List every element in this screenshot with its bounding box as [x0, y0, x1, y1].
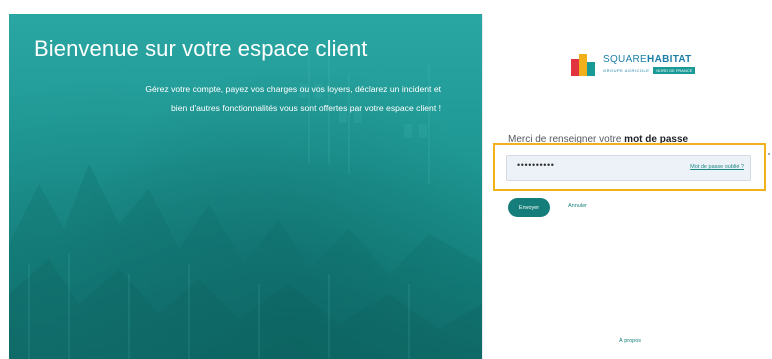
logo-subtitle-left: GROUPE AGRICOLE [603, 68, 650, 73]
about-link[interactable]: À propos [619, 338, 641, 344]
welcome-description: Gérez votre compte, payez vos charges ou… [61, 80, 441, 118]
logo-subtitle-right: NORD DE FRANCE [653, 67, 696, 74]
welcome-title: Bienvenue sur votre espace client [34, 36, 368, 61]
password-field[interactable]: •••••••••• Mot de passe oublié ? [506, 155, 751, 181]
welcome-description-line-2: bien d'autres fonctionnalités vous sont … [171, 103, 441, 113]
square-habitat-logo: SQUAREHABITAT GROUPE AGRICOLE NORD DE FR… [571, 52, 696, 76]
password-value[interactable]: •••••••••• [517, 160, 555, 170]
forgot-password-link[interactable]: Mot de passe oublié ? [690, 164, 744, 170]
rooftops-background-image [9, 44, 482, 359]
submit-button[interactable]: Envoyer [508, 198, 550, 217]
logo-name-bold: HABITAT [647, 54, 692, 65]
welcome-description-line-1: Gérez votre compte, payez vos charges ou… [145, 84, 441, 94]
side-marker [768, 153, 770, 155]
logo-wordmark: SQUAREHABITAT GROUPE AGRICOLE NORD DE FR… [603, 54, 696, 74]
logo-name-light: SQUARE [603, 54, 648, 65]
welcome-panel: Bienvenue sur votre espace client Gérez … [9, 14, 482, 359]
logo-mark-icon [571, 52, 597, 76]
panel-divider [482, 14, 483, 359]
cancel-link[interactable]: Annuler [568, 203, 587, 209]
